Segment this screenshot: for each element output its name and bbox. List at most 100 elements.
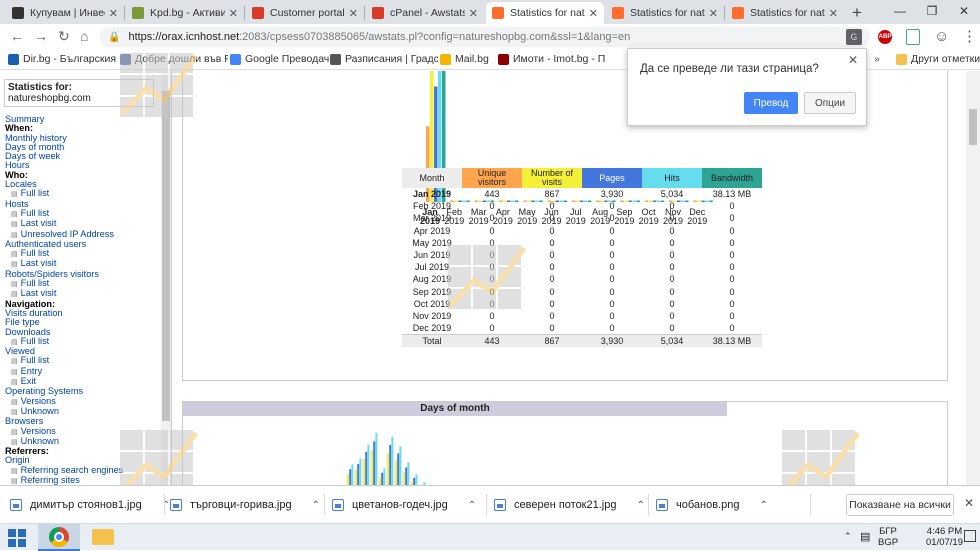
bookmark-item[interactable]: Имоти - Imot.bg - П — [498, 53, 605, 65]
minimize-button[interactable]: — — [884, 0, 916, 24]
main-scrollbar[interactable] — [966, 71, 980, 485]
favicon-icon — [612, 7, 624, 19]
download-chevron-icon[interactable]: ⌃ — [312, 500, 320, 511]
other-bookmarks[interactable]: Други отметки — [896, 53, 980, 65]
tab-5[interactable]: Statistics for nature✕ — [606, 2, 724, 24]
chrome-taskbar-icon[interactable] — [38, 524, 80, 551]
download-item[interactable]: цветанов-годеч.jpg⌃ — [332, 492, 476, 518]
bookmark-label: Dir.bg - Българския — [23, 53, 116, 65]
day-bar — [359, 458, 361, 485]
reload-icon[interactable]: ↻ — [58, 28, 70, 45]
maximize-button[interactable]: ❐ — [916, 0, 948, 24]
home-icon[interactable]: ⌂ — [80, 28, 88, 44]
download-filename: северен поток21.jpg — [514, 499, 616, 511]
month-cell: Apr 2019 — [402, 225, 462, 237]
forward-icon[interactable]: → — [34, 28, 48, 44]
bookmark-item[interactable]: Dir.bg - Българския — [8, 53, 116, 65]
url-domain: https://orax.icnhost.net — [128, 31, 239, 43]
tray-expand-icon[interactable]: ⌃ — [844, 531, 852, 542]
download-item[interactable]: северен поток21.jpg ⌃ — [494, 492, 645, 518]
table-row: Jul 201900000 — [402, 261, 762, 273]
extension-icon[interactable] — [906, 29, 920, 45]
download-chevron-icon[interactable]: ⌃ — [636, 500, 644, 511]
download-separator — [648, 494, 649, 516]
tab-close-icon[interactable]: ✕ — [829, 7, 838, 20]
awstats-main-frame: Jan2019Feb2019Mar2019Apr2019May2019Jun20… — [172, 71, 966, 485]
tab-close-icon[interactable]: ✕ — [109, 7, 118, 20]
day-bar — [395, 461, 397, 486]
tab-close-icon[interactable]: ✕ — [229, 7, 238, 20]
close-window-button[interactable]: ✕ — [948, 0, 980, 24]
network-icon[interactable]: ▤ — [860, 530, 870, 543]
tab-label: Kpd.bg - Активира — [150, 7, 225, 19]
more-bookmarks-icon[interactable]: » — [874, 53, 880, 65]
download-item[interactable]: търговци-горива.jpg⌃ — [170, 492, 320, 518]
value-cell: 0 — [642, 249, 702, 261]
tab-close-icon[interactable]: ✕ — [469, 7, 478, 20]
menu-icon[interactable]: ⋮ — [962, 27, 977, 45]
table-row: May 201900000 — [402, 237, 762, 249]
tab-4[interactable]: Statistics for nature✕ — [486, 2, 604, 24]
tab-6[interactable]: Statistics for nature✕ — [726, 2, 844, 24]
nav-link-full-list[interactable]: Full list — [5, 189, 171, 199]
back-icon[interactable]: ← — [10, 28, 24, 44]
close-icon[interactable]: ✕ — [848, 53, 858, 67]
notifications-icon[interactable] — [964, 530, 976, 542]
nav-link-hours[interactable]: Hours — [5, 161, 171, 170]
download-chevron-icon[interactable]: ⌃ — [759, 500, 767, 511]
tab-close-icon[interactable]: ✕ — [589, 7, 598, 20]
value-cell: 0 — [582, 310, 642, 322]
value-cell: 3,930 — [582, 188, 642, 200]
bookmark-item[interactable]: Разписания | Градск — [330, 53, 438, 65]
table-row: Aug 201900000 — [402, 273, 762, 285]
value-cell: 0 — [522, 200, 582, 212]
close-shelf-icon[interactable]: ✕ — [964, 496, 974, 510]
address-bar[interactable]: 🔒 https://orax.icnhost.net:2083/cpsess07… — [100, 27, 870, 47]
table-row: Apr 201900000 — [402, 225, 762, 237]
table-row: Dec 201900000 — [402, 322, 762, 335]
tab-close-icon[interactable]: ✕ — [349, 7, 358, 20]
value-cell: 0 — [702, 212, 762, 224]
download-item[interactable]: чобанов.png⌃ — [656, 492, 768, 518]
value-cell: 0 — [642, 286, 702, 298]
days-of-month-panel: Days of month — [182, 401, 948, 485]
new-tab-button[interactable]: + — [852, 3, 862, 23]
file-explorer-icon[interactable] — [92, 529, 114, 545]
options-button[interactable]: Опции — [804, 92, 856, 114]
show-all-downloads-button[interactable]: Показване на всички — [846, 494, 954, 516]
tab-3[interactable]: cPanel - Awstats✕ — [366, 2, 484, 24]
lang-line2: BGP — [878, 537, 898, 548]
value-cell: 0 — [522, 249, 582, 261]
input-language[interactable]: БГРBGP — [878, 526, 898, 548]
translate-popup: Да се преведе ли тази страница? ✕ Превод… — [627, 48, 867, 126]
download-separator — [486, 494, 487, 516]
value-cell: 0 — [462, 237, 522, 249]
translate-button[interactable]: Превод — [744, 92, 798, 114]
tab-2[interactable]: Customer portal✕ — [246, 2, 364, 24]
clock[interactable]: 4:46 PM01/07/19 — [926, 526, 963, 548]
table-row: Jan 20194438673,9305,03438.13 MB — [402, 188, 762, 200]
bookmark-item[interactable]: Добре дошли във Fa — [120, 53, 228, 65]
nav-link-referring-sites[interactable]: Referring sites — [5, 476, 171, 485]
bookmark-star-icon[interactable]: ☆ — [848, 28, 861, 45]
download-item[interactable]: димитър стоянов1.jpg⌃ — [10, 492, 170, 518]
value-cell: 0 — [462, 249, 522, 261]
windows-start-icon[interactable] — [8, 529, 26, 547]
menu-scrollbar[interactable] — [161, 71, 171, 485]
tab-1[interactable]: Kpd.bg - Активира ✕ — [126, 2, 244, 24]
download-chevron-icon[interactable]: ⌃ — [468, 500, 476, 511]
value-cell: 0 — [642, 310, 702, 322]
tab-0[interactable]: Купувам | Инвест✕ — [6, 2, 124, 24]
value-cell: 0 — [582, 298, 642, 310]
adblock-icon[interactable]: ABP — [878, 30, 892, 44]
favicon-icon — [732, 7, 744, 19]
month-cell: Jul 2019 — [402, 261, 462, 273]
download-chevron-icon[interactable]: ⌃ — [162, 500, 170, 511]
bookmark-item[interactable]: Google Преводач — [230, 53, 329, 65]
image-file-icon — [170, 499, 182, 511]
profile-icon[interactable]: ☺ — [934, 28, 949, 45]
bookmark-item[interactable]: Mail.bg — [440, 53, 489, 65]
value-cell: 0 — [462, 273, 522, 285]
value-cell: 0 — [582, 200, 642, 212]
tab-close-icon[interactable]: ✕ — [709, 7, 718, 20]
